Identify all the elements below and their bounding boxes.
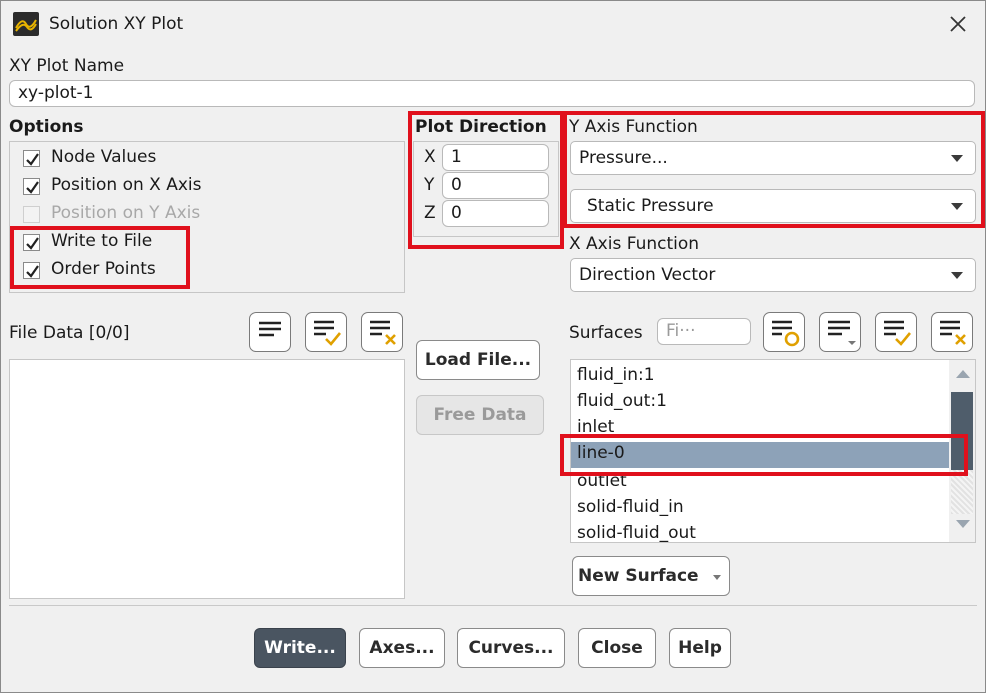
position-x-checkbox[interactable] (23, 178, 40, 195)
position-y-label: Position on Y Axis (51, 203, 201, 223)
file-data-label: File Data [0/0] (9, 323, 130, 343)
surfaces-filter-input[interactable]: Fi··· (657, 318, 751, 345)
list-check-icon (884, 320, 912, 346)
surfaces-filter-button[interactable] (763, 312, 805, 352)
load-file-button[interactable]: Load File... (416, 340, 540, 380)
bottom-separator (9, 605, 977, 606)
file-data-select-all-button[interactable] (249, 312, 291, 352)
write-button[interactable]: Write... (254, 628, 346, 668)
new-surface-label: New Surface (578, 566, 699, 586)
position-x-label: Position on X Axis (51, 175, 202, 195)
help-button[interactable]: Help (669, 628, 731, 668)
highlight-box-options (10, 226, 190, 289)
list-check-icon (314, 320, 342, 346)
surface-item-label: fluid_in:1 (577, 365, 655, 385)
surface-item-solid-fluid-out[interactable]: solid-fluid_out (571, 522, 949, 543)
checkmark-icon (26, 153, 39, 166)
surface-item-fluid-out-1[interactable]: fluid_out:1 (571, 390, 949, 416)
x-axis-function-value: Direction Vector (579, 265, 716, 285)
new-surface-button[interactable]: New Surface (572, 556, 730, 596)
x-axis-function-label: X Axis Function (569, 234, 700, 254)
scroll-up-arrow-icon[interactable] (956, 370, 970, 378)
node-values-label: Node Values (51, 147, 157, 167)
surfaces-select-all-button[interactable] (875, 312, 917, 352)
surface-item-label: solid-fluid_out (577, 523, 696, 543)
solution-xy-plot-dialog: Solution XY Plot XY Plot Name xy-plot-1 … (0, 0, 986, 693)
list-clear-icon (370, 320, 396, 345)
highlight-box-plot-direction (408, 111, 564, 249)
title-bar: Solution XY Plot (1, 1, 985, 47)
curves-button[interactable]: Curves... (457, 628, 565, 668)
dropdown-arrow-icon (951, 272, 963, 279)
fluent-app-icon (13, 12, 39, 36)
file-data-deselect-button[interactable] (361, 312, 403, 352)
axes-button[interactable]: Axes... (359, 628, 445, 668)
list-lines-icon (259, 321, 281, 337)
list-filter-icon (772, 320, 800, 347)
x-axis-function-dropdown[interactable]: Direction Vector (570, 258, 976, 292)
surface-item-fluid-in-1[interactable]: fluid_in:1 (571, 364, 949, 390)
surfaces-label: Surfaces (569, 323, 643, 343)
plot-name-label: XY Plot Name (9, 56, 125, 76)
dropdown-arrow-icon (713, 575, 721, 580)
surface-item-inlet[interactable]: inlet (571, 416, 949, 436)
scrollbar-track[interactable] (951, 470, 973, 514)
list-clear-icon (940, 320, 966, 345)
plot-name-input[interactable]: xy-plot-1 (9, 80, 975, 107)
scroll-down-arrow-icon[interactable] (956, 520, 970, 528)
options-label: Options (9, 117, 84, 137)
position-y-checkbox (23, 206, 40, 223)
surfaces-select-menu-button[interactable] (819, 312, 861, 352)
file-data-list[interactable] (9, 359, 405, 599)
highlight-box-y-axis (563, 111, 985, 228)
surface-item-label: solid-fluid_in (577, 497, 684, 517)
window-title: Solution XY Plot (49, 14, 184, 34)
free-data-button: Free Data (416, 395, 544, 435)
file-data-select-checked-button[interactable] (305, 312, 347, 352)
checkmark-icon (26, 181, 39, 194)
highlight-box-line-0 (560, 434, 968, 476)
close-window-button[interactable] (937, 7, 979, 41)
surface-item-label: fluid_out:1 (577, 391, 667, 411)
close-button[interactable]: Close (578, 628, 656, 668)
node-values-checkbox[interactable] (23, 150, 40, 167)
list-menu-icon (828, 320, 856, 345)
surfaces-deselect-all-button[interactable] (931, 312, 973, 352)
close-icon (950, 16, 966, 32)
surface-item-solid-fluid-in[interactable]: solid-fluid_in (571, 496, 949, 522)
